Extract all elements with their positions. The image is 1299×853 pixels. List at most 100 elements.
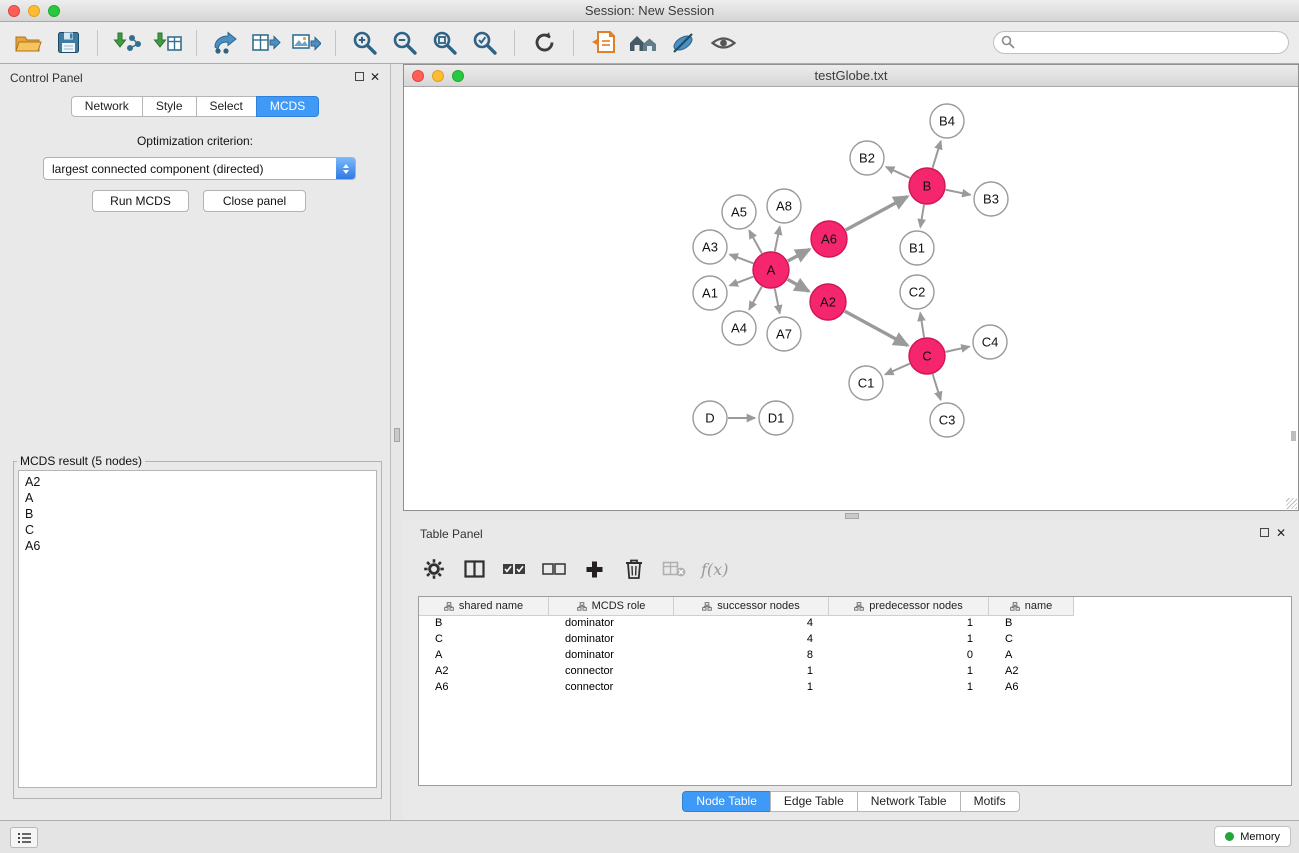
graph-edge[interactable] <box>946 347 970 352</box>
tab-motifs[interactable]: Motifs <box>960 791 1020 812</box>
table-cell[interactable]: 1 <box>829 632 989 648</box>
table-cell[interactable]: A2 <box>989 664 1074 680</box>
window-resize-grip[interactable] <box>1286 498 1297 509</box>
graph-edge[interactable] <box>885 364 909 375</box>
deselect-all-button[interactable] <box>541 555 567 583</box>
graph-edge[interactable] <box>920 205 924 228</box>
import-network-button[interactable] <box>109 26 145 60</box>
tab-node-table[interactable]: Node Table <box>682 791 771 812</box>
zoom-fit-button[interactable] <box>427 26 463 60</box>
table-float-button[interactable] <box>1260 528 1269 537</box>
mcds-result-item[interactable]: A2 <box>25 474 370 490</box>
delete-column-button[interactable] <box>621 555 647 583</box>
table-cell[interactable]: 1 <box>829 680 989 696</box>
graph-edge[interactable] <box>933 141 941 168</box>
apply-layout-button[interactable] <box>526 26 562 60</box>
graph-edge[interactable] <box>775 289 780 314</box>
table-cell[interactable]: A6 <box>989 680 1074 696</box>
table-row[interactable]: Bdominator41B <box>419 616 1291 632</box>
table-cell[interactable]: A <box>989 648 1074 664</box>
import-table-button[interactable] <box>149 26 185 60</box>
save-session-button[interactable] <box>50 26 86 60</box>
table-cell[interactable]: B <box>989 616 1074 632</box>
table-cell[interactable]: dominator <box>549 632 674 648</box>
column-header[interactable]: name <box>989 597 1074 616</box>
column-header[interactable]: predecessor nodes <box>829 597 989 616</box>
tab-select[interactable]: Select <box>196 96 257 117</box>
table-cell[interactable]: 8 <box>674 648 829 664</box>
table-cell[interactable]: 1 <box>674 664 829 680</box>
zoom-selected-button[interactable] <box>467 26 503 60</box>
run-mcds-button[interactable]: Run MCDS <box>92 190 189 212</box>
select-all-button[interactable] <box>501 555 527 583</box>
graph-edge[interactable] <box>788 279 809 291</box>
zoom-out-button[interactable] <box>387 26 423 60</box>
show-panels-button[interactable] <box>10 827 38 848</box>
table-cell[interactable]: B <box>419 616 549 632</box>
table-cell[interactable]: 4 <box>674 616 829 632</box>
add-column-button[interactable] <box>581 555 607 583</box>
table-cell[interactable]: dominator <box>549 648 674 664</box>
mcds-result-item[interactable]: A <box>25 490 370 506</box>
table-cell[interactable]: connector <box>549 680 674 696</box>
close-panel-button-2[interactable]: Close panel <box>203 190 306 212</box>
table-row[interactable]: A6connector11A6 <box>419 680 1291 696</box>
graph-edge[interactable] <box>946 190 971 195</box>
graph-edge[interactable] <box>749 230 762 253</box>
delete-table-button[interactable] <box>661 555 687 583</box>
graph-edge[interactable] <box>730 254 754 263</box>
float-panel-button[interactable] <box>355 72 364 81</box>
network-file-button[interactable] <box>585 26 621 60</box>
network-graph[interactable]: B4B2BB3A5A8A6A3B1AA1C2A2A4A7C4CC1DD1C3 <box>404 87 1298 510</box>
tab-network[interactable]: Network <box>71 96 143 117</box>
tab-network-table[interactable]: Network Table <box>857 791 961 812</box>
zoom-in-button[interactable] <box>347 26 383 60</box>
network-canvas[interactable]: B4B2BB3A5A8A6A3B1AA1C2A2A4A7C4CC1DD1C3 <box>404 87 1298 510</box>
tab-edge-table[interactable]: Edge Table <box>770 791 858 812</box>
graph-edge[interactable] <box>933 374 941 400</box>
table-cell[interactable]: connector <box>549 664 674 680</box>
table-row[interactable]: Adominator80A <box>419 648 1291 664</box>
tab-style[interactable]: Style <box>142 96 197 117</box>
horizontal-splitter-handle[interactable] <box>845 513 859 519</box>
mcds-result-item[interactable]: A6 <box>25 538 370 554</box>
graph-edge[interactable] <box>775 227 780 252</box>
vertical-splitter-handle[interactable] <box>394 428 400 442</box>
mcds-result-item[interactable]: B <box>25 506 370 522</box>
table-row[interactable]: Cdominator41C <box>419 632 1291 648</box>
table-settings-button[interactable] <box>421 555 447 583</box>
graph-edge[interactable] <box>845 311 908 345</box>
memory-button[interactable]: Memory <box>1214 826 1291 847</box>
table-cell[interactable]: 1 <box>674 680 829 696</box>
graphics-details-button[interactable] <box>665 26 701 60</box>
export-image-button[interactable] <box>288 26 324 60</box>
graph-edge[interactable] <box>846 196 908 229</box>
close-panel-button[interactable]: ✕ <box>370 70 380 84</box>
table-cell[interactable]: A <box>419 648 549 664</box>
tab-mcds[interactable]: MCDS <box>256 96 319 117</box>
function-builder-button[interactable]: f(x) <box>701 555 728 583</box>
table-cell[interactable]: dominator <box>549 616 674 632</box>
graph-edge[interactable] <box>886 167 910 178</box>
table-cell[interactable]: C <box>989 632 1074 648</box>
table-cell[interactable]: 1 <box>829 616 989 632</box>
column-header[interactable]: shared name <box>419 597 549 616</box>
search-input[interactable] <box>993 31 1289 54</box>
mcds-result-item[interactable]: C <box>25 522 370 538</box>
export-network-button[interactable] <box>208 26 244 60</box>
column-header[interactable]: successor nodes <box>674 597 829 616</box>
criterion-select[interactable]: largest connected component (directed) <box>43 157 356 180</box>
mcds-result-list[interactable]: A2ABCA6 <box>18 470 377 788</box>
table-close-button[interactable]: ✕ <box>1276 526 1286 540</box>
table-row[interactable]: A2connector11A2 <box>419 664 1291 680</box>
graph-edge[interactable] <box>920 313 924 337</box>
export-table-button[interactable] <box>248 26 284 60</box>
graph-edge[interactable] <box>730 277 754 286</box>
table-cell[interactable]: C <box>419 632 549 648</box>
graph-edge[interactable] <box>749 287 762 310</box>
show-columns-button[interactable] <box>461 555 487 583</box>
table-cell[interactable]: 4 <box>674 632 829 648</box>
show-hide-button[interactable] <box>705 26 741 60</box>
column-header[interactable]: MCDS role <box>549 597 674 616</box>
table-cell[interactable]: A6 <box>419 680 549 696</box>
